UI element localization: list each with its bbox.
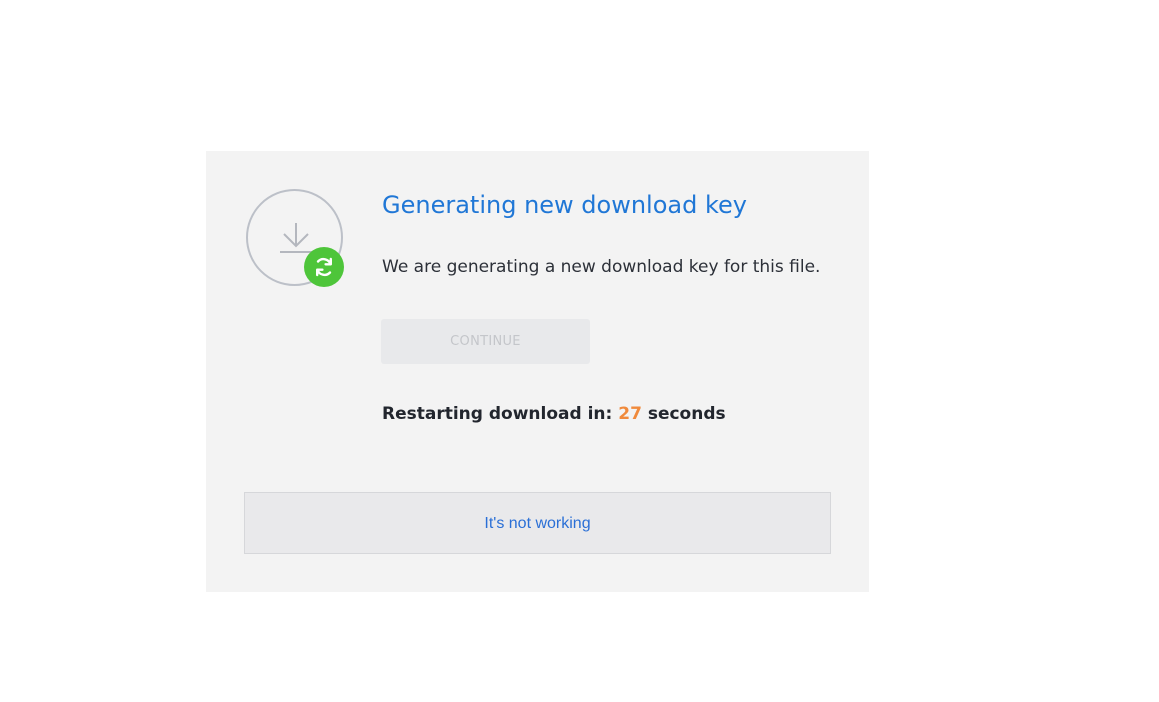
- dialog-description: We are generating a new download key for…: [382, 257, 821, 277]
- continue-button[interactable]: CONTINUE: [381, 319, 590, 364]
- restart-countdown: Restarting download in: 27 seconds: [382, 404, 726, 424]
- countdown-suffix: seconds: [641, 404, 726, 424]
- not-working-box[interactable]: It's not working: [244, 492, 831, 554]
- not-working-link[interactable]: It's not working: [245, 515, 830, 533]
- countdown-seconds: 27: [618, 404, 642, 424]
- download-status-icon: [246, 189, 346, 289]
- download-key-panel: Generating new download key We are gener…: [206, 151, 869, 592]
- refresh-badge: [304, 247, 344, 287]
- refresh-icon: [315, 257, 332, 277]
- countdown-prefix: Restarting download in:: [382, 404, 619, 424]
- dialog-title: Generating new download key: [382, 191, 747, 219]
